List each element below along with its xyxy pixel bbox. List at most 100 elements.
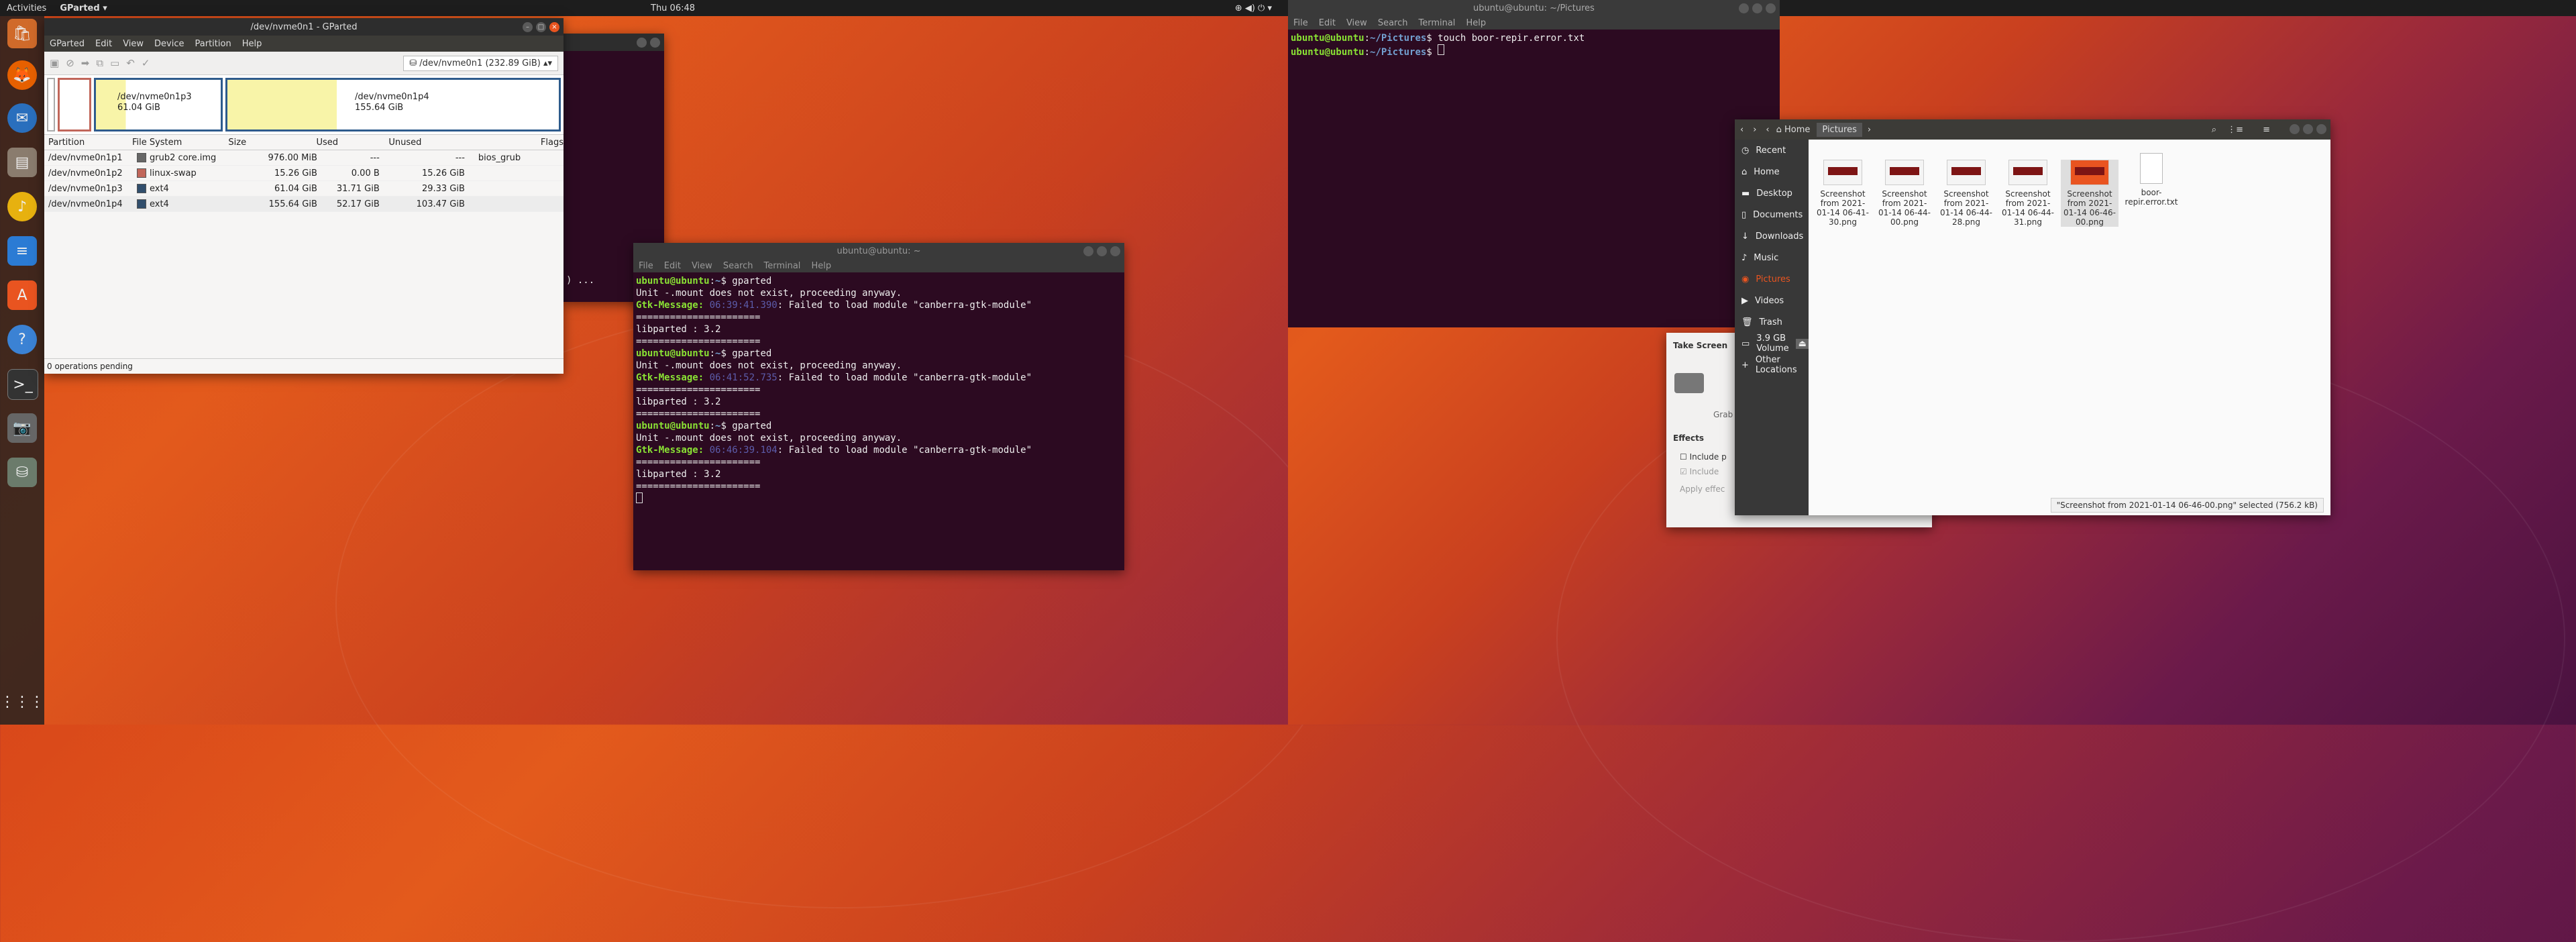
menu-help[interactable]: Help bbox=[1460, 18, 1491, 28]
menu-search[interactable]: Search bbox=[718, 261, 759, 271]
app-menu[interactable]: GParted ▾ bbox=[53, 3, 113, 13]
col-flags[interactable]: Flags bbox=[470, 138, 564, 148]
col-partition[interactable]: Partition bbox=[44, 138, 132, 148]
col-filesystem[interactable]: File System bbox=[132, 138, 228, 148]
files-headerbar[interactable]: ‹ › ‹ ⌂ Home Pictures › ⌕ ⋮≡ ≡ bbox=[1735, 119, 2330, 140]
screenshot-icon[interactable]: 📷 bbox=[7, 413, 37, 443]
terminal-titlebar[interactable]: ubuntu@ubuntu: ~/Pictures bbox=[1288, 0, 1780, 16]
view-options-icon[interactable]: ⋮≡ bbox=[2227, 125, 2243, 135]
minimize-icon[interactable] bbox=[637, 38, 647, 48]
terminal-titlebar[interactable]: ubuntu@ubuntu: ~ bbox=[633, 243, 1124, 259]
close-icon[interactable] bbox=[1110, 246, 1120, 256]
path-home[interactable]: ⌂ Home bbox=[1776, 125, 1811, 135]
thunderbird-icon[interactable]: ✉ bbox=[7, 103, 37, 133]
path-left-icon[interactable]: ‹ bbox=[1766, 125, 1769, 135]
menu-edit[interactable]: Edit bbox=[1313, 18, 1341, 28]
maximize-icon[interactable] bbox=[650, 38, 660, 48]
terminal-output[interactable]: ubuntu@ubuntu:~$ gparted Unit -.mount do… bbox=[633, 272, 1124, 509]
help-icon[interactable]: ? bbox=[7, 325, 37, 354]
partition-block-p4[interactable]: /dev/nvme0n1p4 155.64 GiB bbox=[225, 78, 561, 132]
firefox-icon[interactable]: 🦊 bbox=[7, 60, 37, 90]
col-used[interactable]: Used bbox=[303, 138, 375, 148]
close-icon[interactable]: × bbox=[549, 22, 559, 32]
col-size[interactable]: Size bbox=[228, 138, 303, 148]
include-pointer-checkbox[interactable]: ☐ Include p bbox=[1680, 452, 1727, 462]
menu-help[interactable]: Help bbox=[237, 39, 268, 49]
table-row[interactable]: /dev/nvme0n1p1 grub2 core.img 976.00 MiB… bbox=[44, 150, 564, 166]
menu-file[interactable]: File bbox=[1288, 18, 1313, 28]
sidebar-item-music[interactable]: ♪ Music bbox=[1735, 247, 1809, 268]
paste-icon[interactable]: ▭ bbox=[110, 57, 119, 69]
activities-button[interactable]: Activities bbox=[0, 3, 53, 13]
sidebar-item-home[interactable]: ⌂ Home bbox=[1735, 161, 1809, 182]
maximize-icon[interactable] bbox=[1097, 246, 1107, 256]
writer-icon[interactable]: ≡ bbox=[7, 236, 37, 266]
close-icon[interactable] bbox=[1766, 3, 1776, 13]
file-item-selected[interactable]: Screenshot from 2021-01-14 06-46-00.png bbox=[2061, 160, 2118, 227]
menu-gparted[interactable]: GParted bbox=[44, 39, 90, 49]
minimize-icon[interactable]: – bbox=[523, 22, 533, 32]
menu-edit[interactable]: Edit bbox=[659, 261, 686, 271]
forward-icon[interactable]: › bbox=[1753, 125, 1756, 135]
rhythmbox-icon[interactable]: ♪ bbox=[7, 192, 37, 221]
menu-view[interactable]: View bbox=[1341, 18, 1373, 28]
sidebar-item-videos[interactable]: ▶ Videos bbox=[1735, 290, 1809, 311]
software-center-icon[interactable]: A bbox=[7, 280, 37, 310]
titlebar[interactable] bbox=[564, 34, 664, 51]
sidebar-item-downloads[interactable]: ↓ Downloads bbox=[1735, 225, 1809, 247]
show-applications-icon[interactable]: ⋮⋮⋮ bbox=[0, 687, 44, 717]
system-tray[interactable]: ⊕ ◀) ⏻ ▾ bbox=[1228, 3, 1279, 13]
back-icon[interactable]: ‹ bbox=[1740, 125, 1743, 135]
file-item[interactable]: Screenshot from 2021-01-14 06-44-00.png bbox=[1876, 160, 1933, 227]
partition-block-p1[interactable] bbox=[47, 78, 55, 132]
path-right-icon[interactable]: › bbox=[1868, 125, 1871, 135]
gparted-icon[interactable]: ⛁ bbox=[7, 458, 37, 487]
sidebar-item-recent[interactable]: ◷ Recent bbox=[1735, 140, 1809, 161]
files-icon[interactable]: ▤ bbox=[7, 148, 37, 177]
menu-edit[interactable]: Edit bbox=[90, 39, 117, 49]
path-current[interactable]: Pictures bbox=[1817, 122, 1862, 137]
terminal-output[interactable]: ubuntu@ubuntu:~/Pictures$ touch boor-rep… bbox=[1288, 30, 1780, 61]
gparted-titlebar[interactable]: /dev/nvme0n1 - GParted – □ × bbox=[44, 18, 564, 36]
partition-block-p2[interactable] bbox=[58, 78, 91, 132]
menu-terminal[interactable]: Terminal bbox=[758, 261, 806, 271]
minimize-icon[interactable] bbox=[1739, 3, 1749, 13]
menu-partition[interactable]: Partition bbox=[190, 39, 237, 49]
close-icon[interactable] bbox=[2316, 124, 2326, 134]
eject-icon[interactable]: ⏏ bbox=[1795, 338, 1809, 349]
menu-terminal[interactable]: Terminal bbox=[1413, 18, 1460, 28]
menu-file[interactable]: File bbox=[633, 261, 659, 271]
device-selector[interactable]: ⛁ /dev/nvme0n1 (232.89 GiB) ▴▾ bbox=[403, 55, 558, 71]
menu-help[interactable]: Help bbox=[806, 261, 837, 271]
sidebar-item-volume[interactable]: ▭ 3.9 GB Volume ⏏ bbox=[1735, 333, 1809, 354]
maximize-icon[interactable]: □ bbox=[536, 22, 546, 32]
table-row[interactable]: /dev/nvme0n1p4 ext4 155.64 GiB 52.17 GiB… bbox=[44, 197, 564, 212]
menu-view[interactable]: View bbox=[686, 261, 718, 271]
sidebar-item-other-locations[interactable]: + Other Locations bbox=[1735, 354, 1809, 376]
copy-icon[interactable]: ⧉ bbox=[96, 57, 103, 69]
table-row[interactable]: /dev/nvme0n1p3 ext4 61.04 GiB 31.71 GiB … bbox=[44, 181, 564, 197]
file-item[interactable]: Screenshot from 2021-01-14 06-41-30.png bbox=[1814, 160, 1872, 227]
resize-icon[interactable]: ➡ bbox=[81, 57, 90, 69]
menu-icon[interactable]: ≡ bbox=[2263, 125, 2270, 135]
menu-search[interactable]: Search bbox=[1373, 18, 1413, 28]
ubuntu-software-icon[interactable]: 🛍 bbox=[7, 19, 37, 48]
sidebar-item-documents[interactable]: ▯ Documents bbox=[1735, 204, 1809, 225]
partition-block-p3[interactable]: /dev/nvme0n1p3 61.04 GiB bbox=[94, 78, 223, 132]
menu-view[interactable]: View bbox=[117, 39, 149, 49]
minimize-icon[interactable] bbox=[1083, 246, 1093, 256]
maximize-icon[interactable] bbox=[2303, 124, 2313, 134]
terminal-icon[interactable]: >_ bbox=[7, 369, 38, 400]
search-icon[interactable]: ⌕ bbox=[2212, 125, 2216, 135]
table-row[interactable]: /dev/nvme0n1p2 linux-swap 15.26 GiB 0.00… bbox=[44, 166, 564, 181]
include-border-checkbox[interactable]: ☑ Include bbox=[1680, 467, 1719, 476]
sidebar-item-pictures[interactable]: ◉ Pictures bbox=[1735, 268, 1809, 290]
file-item[interactable]: boor-repir.error.txt bbox=[2123, 153, 2180, 207]
new-icon[interactable]: ▣ bbox=[50, 57, 59, 69]
undo-icon[interactable]: ↶ bbox=[126, 57, 135, 69]
file-item[interactable]: Screenshot from 2021-01-14 06-44-31.png bbox=[1999, 160, 2057, 227]
minimize-icon[interactable] bbox=[2290, 124, 2300, 134]
file-item[interactable]: Screenshot from 2021-01-14 06-44-28.png bbox=[1937, 160, 1995, 227]
clock[interactable]: Thu 06:48 bbox=[644, 3, 702, 13]
apply-icon[interactable]: ✓ bbox=[142, 57, 150, 69]
